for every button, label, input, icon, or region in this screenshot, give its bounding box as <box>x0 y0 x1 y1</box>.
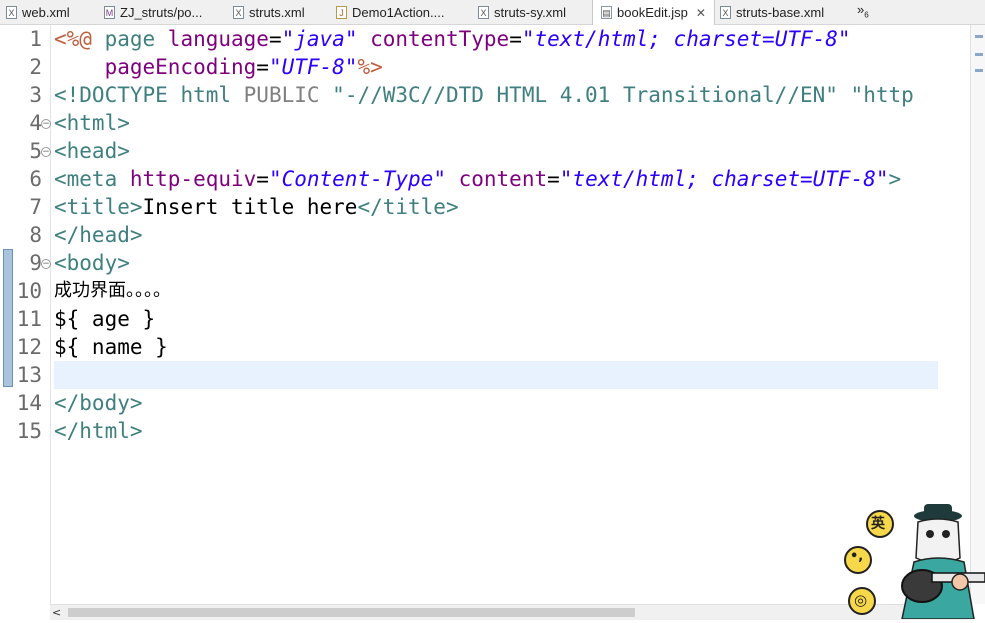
code-text-area[interactable]: <%@ page language="java" contentType="te… <box>54 25 938 604</box>
tab-label: ZJ_struts/po... <box>120 4 203 20</box>
tab-pom[interactable]: M ZJ_struts/po... <box>104 0 202 24</box>
settings-badge-label[interactable]: ◎ <box>854 591 867 609</box>
fold-toggle-icon[interactable]: − <box>41 147 51 157</box>
punctuation-badge-label[interactable]: •, <box>850 549 863 564</box>
code-line: ${ age } <box>54 307 156 331</box>
maven-pom-icon: M <box>104 5 115 19</box>
code-line: <body> <box>54 251 130 275</box>
tab-label: web.xml <box>22 4 70 20</box>
tab-label: struts-base.xml <box>736 4 825 20</box>
horizontal-scrollbar[interactable]: < <box>50 604 970 620</box>
code-line: <meta http-equiv="Content-Type" content=… <box>54 167 902 191</box>
xml-file-icon: X <box>233 5 244 19</box>
xml-file-icon: X <box>6 5 17 19</box>
tab-struts-base-xml[interactable]: X struts-base.xml <box>720 0 824 24</box>
line-number: 9 <box>29 251 42 275</box>
code-line: <%@ page language="java" contentType="te… <box>54 27 851 51</box>
tab-struts-sy-xml[interactable]: X struts-sy.xml <box>478 0 566 24</box>
tab-label: Demo1Action.... <box>352 4 445 20</box>
tab-label: struts.xml <box>249 4 305 20</box>
line-number: 1 <box>29 27 42 51</box>
code-line: </body> <box>54 391 143 415</box>
line-number: 7 <box>29 195 42 219</box>
tab-label: struts-sy.xml <box>494 4 566 20</box>
code-line: <title>Insert title here</title> <box>54 195 459 219</box>
annotation-marker[interactable] <box>975 69 983 72</box>
line-number: 12 <box>16 335 42 359</box>
scroll-left-arrow-icon[interactable]: < <box>52 605 61 620</box>
annotation-marker[interactable] <box>975 53 983 56</box>
fold-toggle-icon[interactable]: − <box>41 119 51 129</box>
code-line: ${ name } <box>54 335 168 359</box>
editor-tab-bar: X web.xml M ZJ_struts/po... X struts.xml… <box>0 0 985 25</box>
close-tab-icon[interactable]: ✕ <box>696 6 706 20</box>
tab-web-xml[interactable]: X web.xml <box>6 0 70 24</box>
tab-label: bookEdit.jsp <box>617 5 688 20</box>
line-number: 15 <box>16 419 42 443</box>
line-number: 5 <box>29 139 42 163</box>
tab-demo1action[interactable]: J Demo1Action.... <box>336 0 445 24</box>
fold-toggle-icon[interactable]: − <box>41 259 51 269</box>
line-number: 2 <box>29 55 42 79</box>
tab-bookedit-jsp[interactable]: ▤ bookEdit.jsp ✕ <box>592 0 715 25</box>
quick-diff-change-marker <box>3 249 13 387</box>
code-line: <!DOCTYPE html PUBLIC "-//W3C//DTD HTML … <box>54 83 914 107</box>
line-number: 14 <box>16 391 42 415</box>
jsp-file-icon: ▤ <box>601 6 612 19</box>
tab-struts-xml[interactable]: X struts.xml <box>233 0 305 24</box>
annotation-marker[interactable] <box>975 35 983 38</box>
hidden-tab-count: 6 <box>864 10 869 20</box>
line-number: 13 <box>16 363 42 387</box>
line-number: 11 <box>16 307 42 331</box>
xml-file-icon: X <box>478 5 489 19</box>
code-line: </head> <box>54 223 143 247</box>
line-number: 3 <box>29 83 42 107</box>
current-line-highlight <box>54 361 938 389</box>
line-number: 4 <box>29 111 42 135</box>
line-number: 8 <box>29 223 42 247</box>
line-number: 10 <box>16 279 42 303</box>
code-editor[interactable]: 1 2 3 4 5 6 7 8 9 10 11 12 13 14 15 − − … <box>0 25 970 604</box>
input-method-mascot[interactable]: 英 •, ◎ <box>838 502 985 620</box>
code-line: 成功界面。。。。 <box>54 280 171 301</box>
code-line: <head> <box>54 139 130 163</box>
code-line: pageEncoding="UTF-8"%> <box>54 55 383 79</box>
more-tabs-button[interactable]: »6 <box>857 2 869 20</box>
java-file-icon: J <box>336 5 347 19</box>
code-line: </html> <box>54 419 143 443</box>
line-number: 6 <box>29 167 42 191</box>
code-line: <html> <box>54 111 130 135</box>
xml-file-icon: X <box>720 5 731 19</box>
language-badge-label[interactable]: 英 <box>871 513 885 533</box>
line-number-gutter: 1 2 3 4 5 6 7 8 9 10 11 12 13 14 15 − − … <box>0 25 51 604</box>
scrollbar-thumb[interactable] <box>68 608 635 617</box>
